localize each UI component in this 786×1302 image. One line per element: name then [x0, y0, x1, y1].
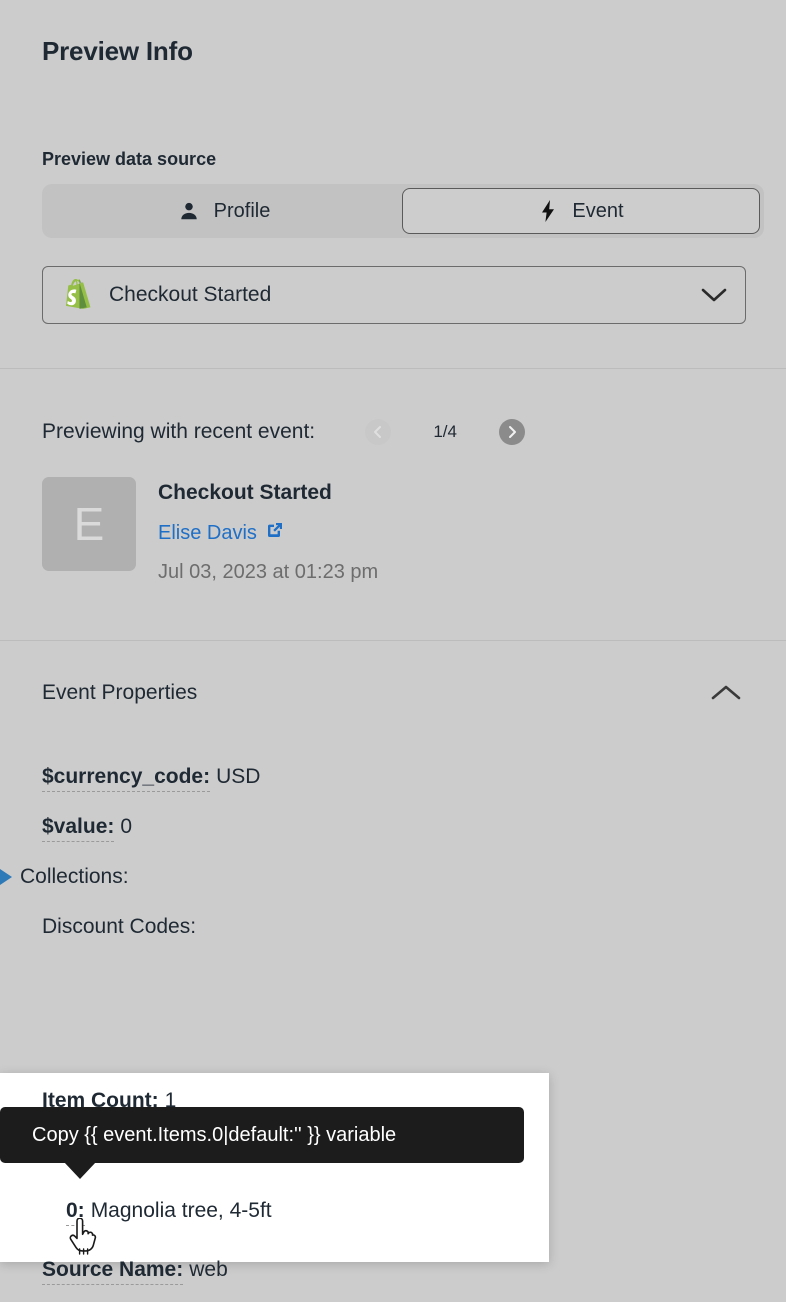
preview-info-header: Preview Info	[0, 0, 786, 67]
property-value: 0	[120, 815, 133, 839]
chevron-right-circle-icon[interactable]	[499, 419, 526, 445]
segment-profile[interactable]: Profile	[46, 188, 402, 234]
shopify-icon	[63, 279, 93, 311]
property-row-item-0: 0: Magnolia tree, 4-5ft	[66, 1199, 272, 1226]
preview-data-source-section: Preview data source Profile Event Checko…	[0, 149, 786, 324]
event-select-value: Checkout Started	[109, 283, 272, 306]
property-key[interactable]: Source Name:	[42, 1258, 184, 1285]
property-key[interactable]: Discount Codes:	[42, 915, 196, 939]
chevron-left-circle-icon[interactable]	[365, 419, 392, 445]
segment-profile-label: Profile	[213, 199, 271, 222]
profile-link[interactable]: Elise Davis	[158, 521, 284, 545]
tooltip-arrow	[64, 1162, 96, 1179]
property-key[interactable]: 0:	[66, 1199, 85, 1226]
segment-event[interactable]: Event	[402, 188, 760, 234]
event-name: Checkout Started	[158, 481, 332, 504]
property-row-discount-codes: Discount Codes:	[42, 915, 744, 939]
avatar: E	[42, 477, 136, 571]
recent-event-section: Previewing with recent event: 1/4 E Chec…	[0, 369, 786, 640]
lightning-bolt-icon	[538, 199, 558, 223]
profile-link-label: Elise Davis	[158, 521, 257, 544]
property-key[interactable]: Collections:	[20, 865, 129, 889]
event-pager: 1/4	[365, 419, 526, 445]
preview-data-source-label: Preview data source	[42, 149, 217, 169]
event-properties-list: $currency_code: USD $value: 0 Collections:…	[0, 705, 744, 939]
property-value: web	[189, 1258, 228, 1281]
property-key[interactable]: $currency_code:	[42, 765, 211, 792]
property-value: USD	[216, 765, 261, 788]
event-timestamp: Jul 03, 2023 at 01:23 pm	[158, 561, 379, 583]
property-value: Magnolia tree, 4-5ft	[90, 1199, 272, 1222]
property-row-value: $value: 0	[42, 815, 744, 843]
property-key[interactable]: $value:	[42, 815, 115, 843]
segment-event-label: Event	[572, 199, 624, 222]
tooltip-text: Copy {{ event.Items.0|default:'' }} vari…	[32, 1123, 397, 1146]
property-row-source-name: Source Name: web	[42, 1258, 228, 1285]
event-properties-title: Event Properties	[42, 681, 198, 704]
property-row-collections: Collections:	[0, 865, 744, 889]
external-link-icon	[266, 521, 284, 545]
person-icon	[178, 200, 200, 222]
pager-count: 1/4	[433, 422, 457, 441]
event-properties-section: Event Properties $currency_code: USD $val…	[0, 641, 786, 939]
chevron-down-icon[interactable]	[699, 285, 729, 305]
property-row-currency-code: $currency_code: USD	[42, 765, 744, 792]
recent-event-card: E Checkout Started Elise Davis Jul 03, 2…	[42, 445, 744, 640]
data-source-segmented-control[interactable]: Profile Event	[42, 184, 764, 238]
previewing-heading: Previewing with recent event:	[42, 420, 316, 443]
chevron-up-icon[interactable]	[708, 682, 744, 704]
triangle-right-icon[interactable]	[0, 869, 12, 886]
event-select-dropdown[interactable]: Checkout Started	[42, 266, 746, 324]
copy-variable-tooltip: Copy {{ event.Items.0|default:'' }} vari…	[0, 1107, 524, 1163]
page-title: Preview Info	[42, 36, 193, 66]
event-properties-header[interactable]: Event Properties	[42, 641, 744, 705]
